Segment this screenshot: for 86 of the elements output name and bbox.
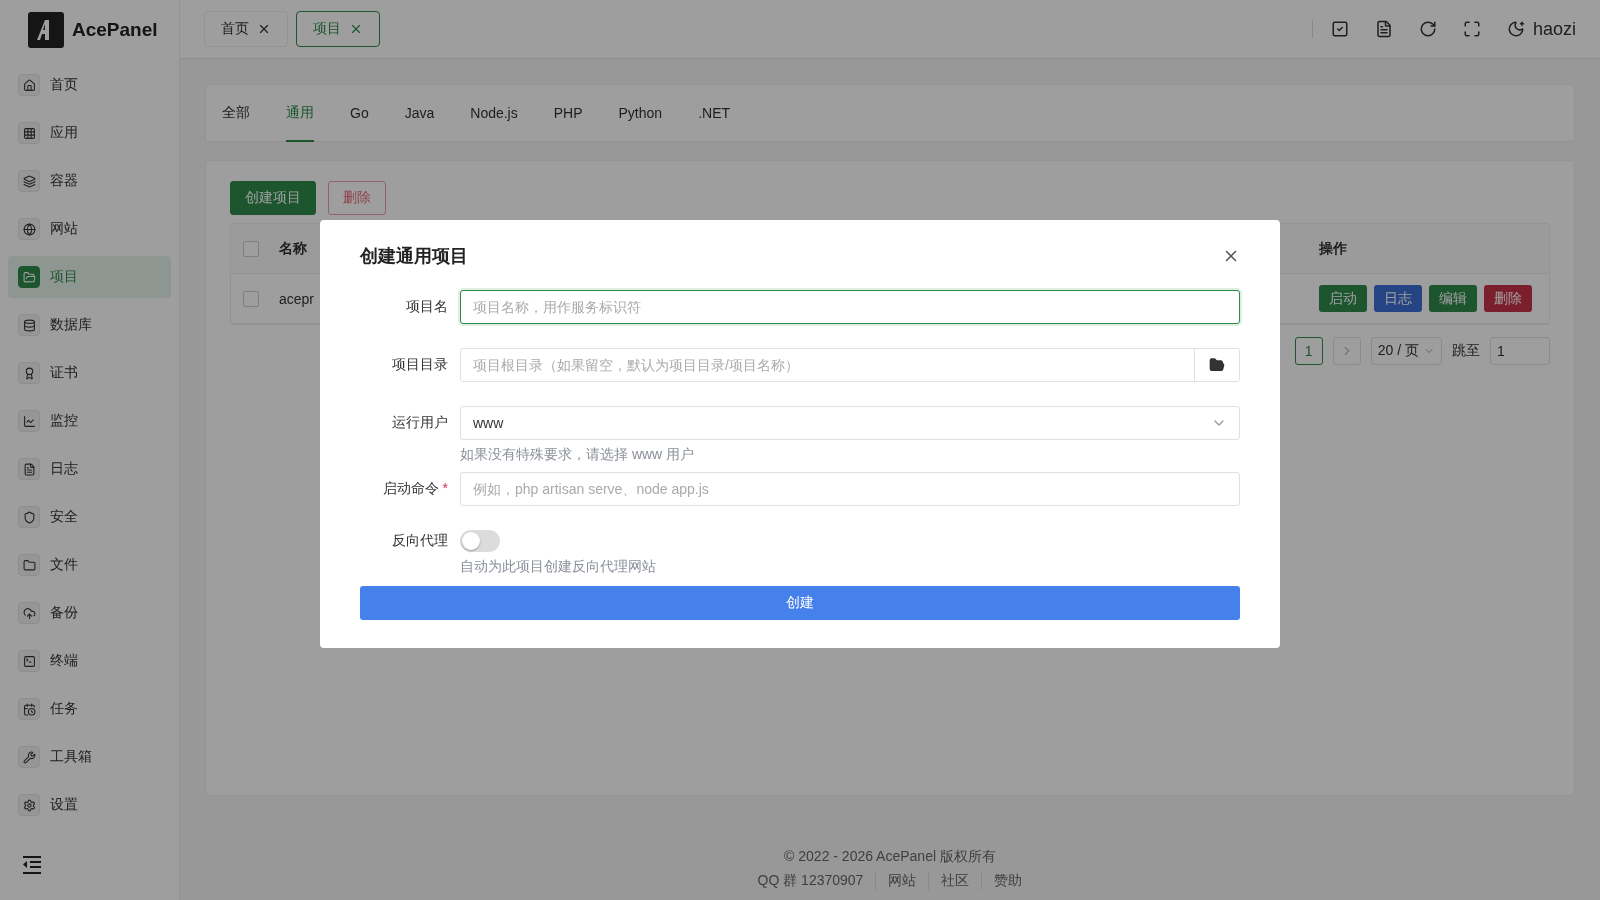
document-icon[interactable] xyxy=(1374,20,1393,38)
column-header: 操作 xyxy=(1319,239,1347,258)
footer-link[interactable]: 赞助 xyxy=(981,872,1035,890)
sidebar-item[interactable]: 任务 xyxy=(8,688,171,730)
category-tab[interactable]: Go xyxy=(350,84,369,142)
sidebar-item[interactable]: 日志 xyxy=(8,448,171,490)
browse-button[interactable] xyxy=(1194,349,1239,381)
folder-icon xyxy=(1209,357,1225,373)
certificate-icon xyxy=(18,362,40,384)
page-tab[interactable]: 项目 xyxy=(296,11,380,47)
footer-link[interactable]: 网站 xyxy=(875,872,929,890)
settings-icon xyxy=(18,794,40,816)
database-icon xyxy=(18,314,40,336)
layers-icon xyxy=(18,170,40,192)
jump-label: 跳至 xyxy=(1452,342,1480,360)
sidebar-item[interactable]: 安全 xyxy=(8,496,171,538)
cloud-upload-icon xyxy=(18,602,40,624)
fullscreen-icon[interactable] xyxy=(1462,20,1481,38)
field-label: 项目名 xyxy=(405,298,448,316)
path-field[interactable]: 项目根目录（如果留空，默认为项目目录/项目名称） xyxy=(460,348,1240,382)
shield-icon xyxy=(18,506,40,528)
refresh-icon[interactable] xyxy=(1418,20,1437,38)
sidebar-item[interactable]: 应用 xyxy=(8,112,171,154)
action-button[interactable]: 启动 xyxy=(1319,285,1367,312)
sidebar-item[interactable]: 终端 xyxy=(8,640,171,682)
footer-link[interactable]: QQ 群 12370907 xyxy=(745,872,876,890)
logo-icon xyxy=(28,12,64,48)
help-text: 如果没有特殊要求，请选择 www 用户 xyxy=(460,446,696,464)
user-name[interactable]: haozi xyxy=(1532,18,1576,40)
select-all-checkbox[interactable] xyxy=(243,240,259,257)
field-label: 启动命令 * xyxy=(381,480,448,498)
chart-icon xyxy=(18,410,40,432)
page-number[interactable]: 1 xyxy=(1294,337,1323,365)
sidebar-item[interactable]: 证书 xyxy=(8,352,171,394)
sidebar-item[interactable]: 容器 xyxy=(8,160,171,202)
category-tab[interactable]: Node.js xyxy=(470,84,518,142)
action-button[interactable]: 删除 xyxy=(1484,285,1532,312)
sidebar-item[interactable]: 监控 xyxy=(8,400,171,442)
sidebar-item[interactable]: 工具箱 xyxy=(8,736,171,778)
moon-icon[interactable] xyxy=(1506,20,1525,38)
copyright-text: © 2022 - 2026 AcePanel 版权所有 xyxy=(784,848,996,866)
category-tab[interactable]: .NET xyxy=(698,84,730,142)
sidebar-item[interactable]: 备份 xyxy=(8,592,171,634)
select-field[interactable]: www xyxy=(460,406,1240,440)
grid-icon xyxy=(18,122,40,144)
dialog-title: 创建通用项目 xyxy=(360,245,468,268)
collapse-menu-icon[interactable] xyxy=(22,856,42,874)
field-label: 运行用户 xyxy=(391,414,448,432)
wrench-icon xyxy=(18,746,40,768)
row-checkbox[interactable] xyxy=(243,290,259,307)
category-tab[interactable]: Python xyxy=(618,84,663,142)
action-button[interactable]: 编辑 xyxy=(1429,285,1477,312)
checkbox-icon[interactable] xyxy=(1330,20,1349,38)
help-text: 自动为此项目创建反向代理网站 xyxy=(460,558,657,576)
category-tab[interactable]: Java xyxy=(404,84,435,142)
category-tab[interactable]: 全部 xyxy=(222,84,250,142)
file-icon xyxy=(18,458,40,480)
close-icon[interactable] xyxy=(349,22,363,36)
page-size-select[interactable]: 20 / 页 xyxy=(1370,337,1442,365)
category-tab[interactable]: PHP xyxy=(553,84,583,142)
action-button[interactable]: 日志 xyxy=(1374,285,1422,312)
sidebar-item[interactable]: 数据库 xyxy=(8,304,171,346)
category-tab[interactable]: 通用 xyxy=(286,84,314,142)
submit-button[interactable]: 创建 xyxy=(360,586,1240,620)
folder-icon xyxy=(18,554,40,576)
brand-name: AcePanel xyxy=(72,19,158,41)
globe-icon xyxy=(18,218,40,240)
jump-input[interactable]: 1 xyxy=(1490,337,1550,365)
column-header: 名称 xyxy=(279,239,307,258)
toggle-switch[interactable] xyxy=(460,530,500,552)
close-icon[interactable] xyxy=(257,22,271,36)
text-field[interactable]: 项目名称，用作服务标识符 xyxy=(460,290,1240,324)
sidebar-item[interactable]: 设置 xyxy=(8,784,171,826)
house-icon xyxy=(18,74,40,96)
field-label: 反向代理 xyxy=(391,532,448,550)
sidebar-item[interactable]: 网站 xyxy=(8,208,171,250)
footer-link[interactable]: 社区 xyxy=(928,872,982,890)
sidebar-item[interactable]: 首页 xyxy=(8,64,171,106)
terminal-icon xyxy=(18,650,40,672)
field-label: 项目目录 xyxy=(391,356,448,374)
create-button[interactable]: 创建项目 xyxy=(230,181,316,215)
page-tab[interactable]: 首页 xyxy=(204,11,288,47)
calendar-icon xyxy=(18,698,40,720)
sidebar-item[interactable]: 文件 xyxy=(8,544,171,586)
table-cell: acepr xyxy=(279,290,315,307)
folder-icon xyxy=(18,266,40,288)
